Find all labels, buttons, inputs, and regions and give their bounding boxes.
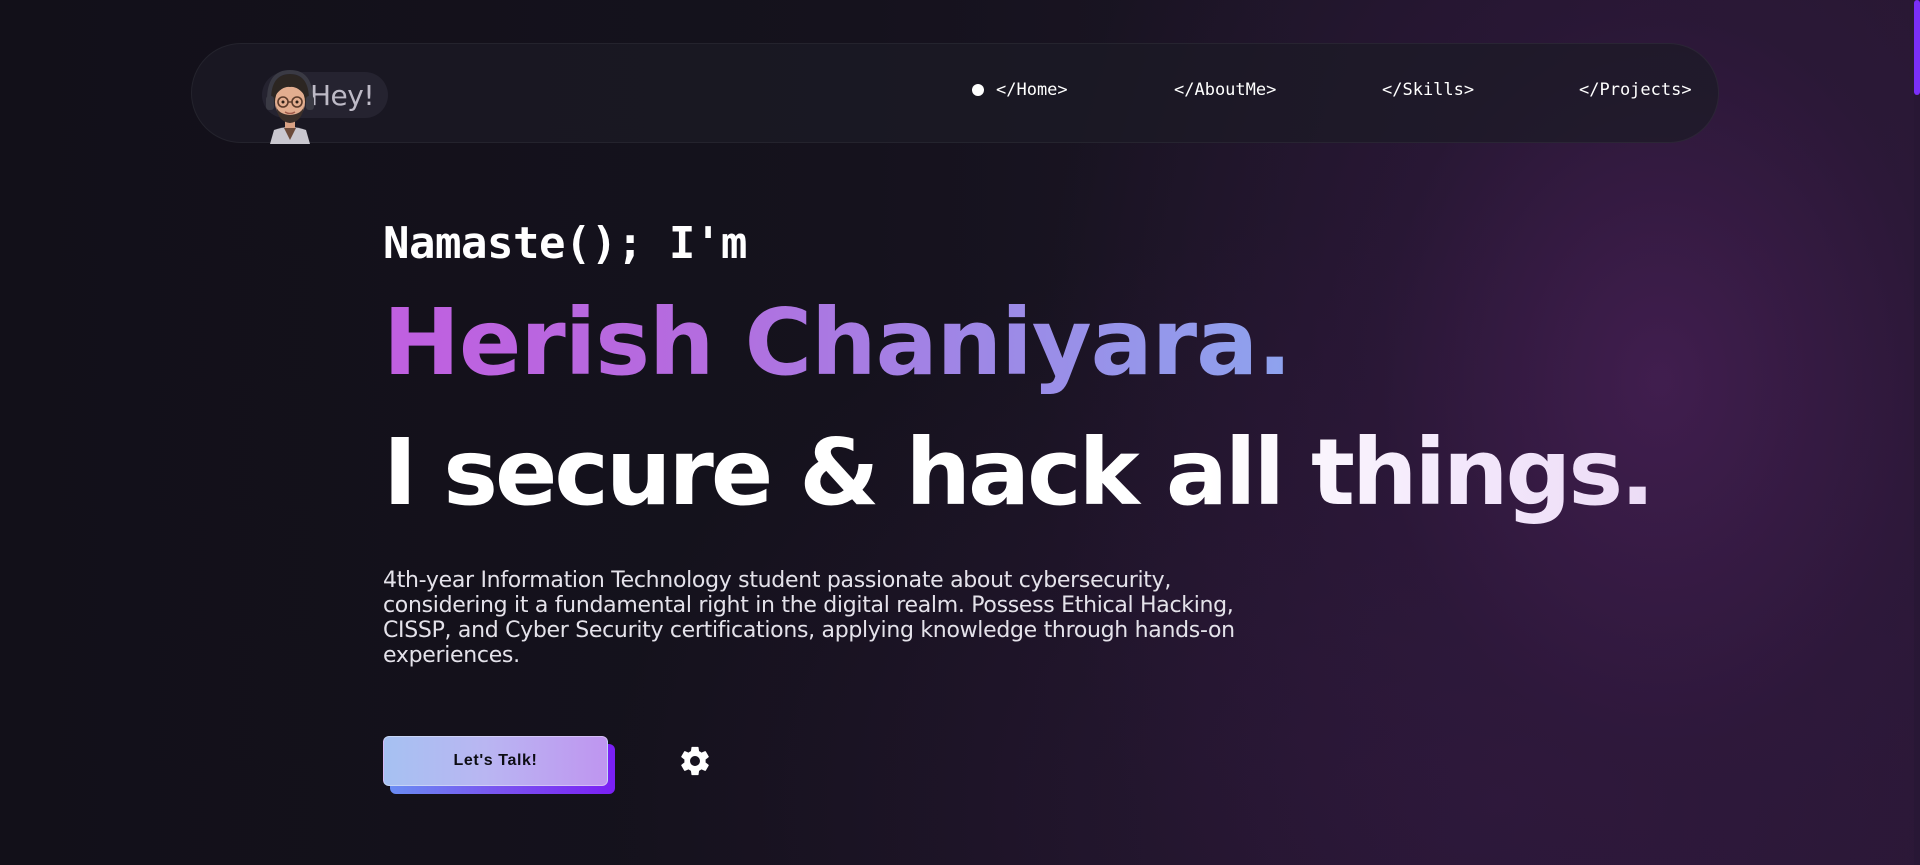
nav-link-aboutme-label: </AboutMe> [1174,80,1277,100]
nav-link-home[interactable]: </Home> [972,80,1068,100]
gear-icon [681,746,709,776]
nav-link-projects-label: </Projects> [1579,80,1692,100]
settings-button[interactable] [678,744,712,778]
scrollbar-track[interactable] [1914,0,1920,865]
navbar: Hey! </Home> </AboutMe> </Skills> </Proj… [191,43,1719,144]
nav-link-aboutme[interactable]: </AboutMe> [1174,80,1276,100]
nav-link-skills-label: </Skills> [1382,80,1475,100]
hero-greeting: Namaste(); I'm [383,218,747,269]
hero-name: Herish Chaniyara. [383,289,1292,396]
cta-group: Let's Talk! [383,736,615,794]
active-indicator-dot [972,84,984,96]
nav-link-skills[interactable]: </Skills> [1382,80,1474,100]
hero-tagline: I secure & hack all things. [383,419,1655,526]
nav-links: </Home> </AboutMe> </Skills> </Projects> [192,80,1718,110]
lets-talk-button[interactable]: Let's Talk! [383,736,608,786]
scrollbar-thumb[interactable] [1914,0,1920,95]
hero-bio: 4th-year Information Technology student … [383,568,1235,668]
nav-link-projects[interactable]: </Projects> [1579,80,1692,100]
nav-link-home-label: </Home> [996,80,1068,100]
